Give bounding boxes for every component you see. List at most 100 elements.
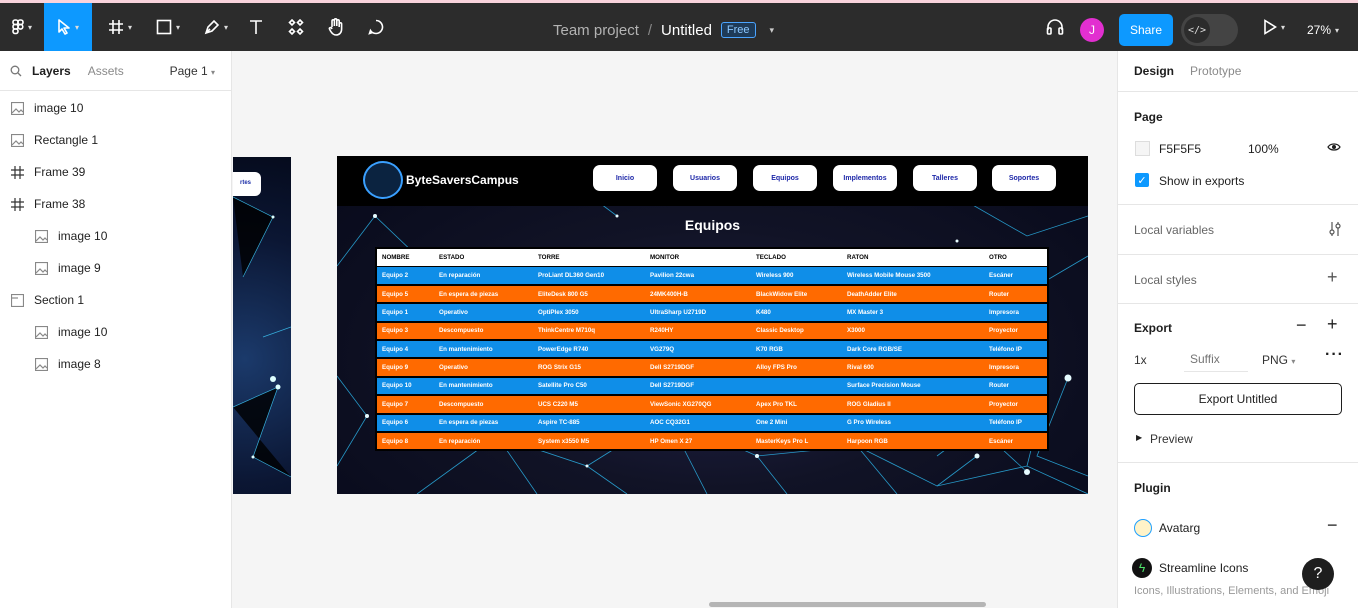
- column-header: MONITOR: [650, 253, 680, 261]
- audio-button[interactable]: [1043, 3, 1067, 51]
- frame-tool-button[interactable]: ▾: [100, 3, 140, 51]
- page-color-value[interactable]: F5F5F5: [1159, 142, 1201, 156]
- pen-tool-button[interactable]: ▾: [196, 3, 236, 51]
- nav-soportes[interactable]: Soportes: [992, 165, 1056, 191]
- tab-prototype[interactable]: Prototype: [1190, 64, 1241, 78]
- layer-label: image 9: [58, 261, 101, 275]
- tab-design[interactable]: Design: [1134, 64, 1174, 78]
- file-name[interactable]: Untitled: [661, 22, 712, 39]
- plugin-name[interactable]: Streamline Icons: [1159, 561, 1248, 575]
- layer-item[interactable]: image 10: [0, 220, 232, 252]
- share-button[interactable]: Share: [1119, 14, 1173, 46]
- nav-talleres[interactable]: Talleres: [913, 165, 977, 191]
- table-cell: G Pro Wireless: [847, 419, 891, 427]
- nav-equipos[interactable]: Equipos: [753, 165, 817, 191]
- tab-layers[interactable]: Layers: [32, 64, 71, 78]
- image-icon: [34, 325, 48, 339]
- chevron-right-icon[interactable]: ▶: [1136, 433, 1142, 442]
- page-selector[interactable]: Page 1 ▾: [170, 64, 215, 78]
- minus-icon[interactable]: −: [1327, 515, 1338, 536]
- variables-icon[interactable]: [1328, 221, 1342, 237]
- resources-button[interactable]: [282, 3, 310, 51]
- horizontal-scrollbar[interactable]: [709, 602, 986, 607]
- table-cell: ROG Gladius II: [847, 400, 891, 408]
- text-tool-button[interactable]: [242, 3, 270, 51]
- eye-icon[interactable]: [1327, 142, 1341, 152]
- page-color-swatch[interactable]: [1135, 141, 1150, 156]
- section-icon: [10, 293, 24, 307]
- table-cell: Router: [989, 290, 1009, 298]
- zoom-control[interactable]: 27% ▾: [1307, 6, 1339, 54]
- dev-mode-toggle[interactable]: </>: [1181, 14, 1238, 46]
- comment-tool-button[interactable]: [362, 3, 390, 51]
- design-panel-tabs: Design Prototype: [1118, 51, 1358, 92]
- plus-icon[interactable]: +: [1327, 267, 1338, 288]
- table-cell: ThinkCentre M710q: [538, 327, 596, 335]
- table-cell: AOC CQ32G1: [650, 419, 690, 427]
- table-cell: Equipo 8: [382, 437, 409, 445]
- toolbar: ▾ ▾ ▾ ▾ ▾ Team project / Untitled Free ▾…: [0, 3, 1358, 51]
- layer-item[interactable]: Frame 38: [0, 188, 232, 220]
- frame-preview-left[interactable]: rtes: [233, 157, 291, 494]
- main-menu-button[interactable]: ▾: [4, 3, 40, 51]
- table-cell: MasterKeys Pro L: [756, 437, 809, 445]
- help-button[interactable]: ?: [1302, 558, 1334, 590]
- layer-item[interactable]: Frame 39: [0, 156, 232, 188]
- plan-badge[interactable]: Free: [720, 22, 756, 38]
- layer-item[interactable]: image 9: [0, 252, 232, 284]
- equipos-table: NOMBRE ESTADO TORRE MONITOR TECLADO RATO…: [375, 247, 1049, 452]
- table-cell: Classic Desktop: [756, 327, 804, 335]
- local-variables-section[interactable]: Local variables: [1118, 205, 1358, 255]
- table-cell: K70 RGB: [756, 345, 783, 353]
- layer-item[interactable]: Rectangle 1: [0, 124, 232, 156]
- table-cell: Dell S2719DGF: [650, 364, 695, 372]
- present-button[interactable]: ▾: [1256, 3, 1292, 51]
- nav-inicio[interactable]: Inicio: [593, 165, 657, 191]
- more-options-icon[interactable]: ···: [1325, 346, 1344, 364]
- nav-implementos[interactable]: Implementos: [833, 165, 897, 191]
- local-styles-section[interactable]: Local styles +: [1118, 255, 1358, 304]
- layer-label: Section 1: [34, 293, 85, 307]
- plugin-name[interactable]: Avatarg: [1159, 521, 1200, 535]
- show-in-exports-checkbox[interactable]: ✓: [1135, 173, 1149, 187]
- table-cell: VG279Q: [650, 345, 675, 353]
- export-format-select[interactable]: PNG ▾: [1262, 353, 1295, 367]
- user-avatar[interactable]: J: [1080, 18, 1104, 42]
- canvas[interactable]: rtes ByteSaversCampus Inicio Usuarios Eq…: [233, 51, 1117, 608]
- export-suffix-input[interactable]: [1184, 346, 1248, 372]
- chevron-down-icon: ▾: [210, 67, 215, 77]
- components-icon: [288, 19, 304, 35]
- chevron-down-icon[interactable]: ▾: [770, 25, 775, 36]
- table-cell: MX Master 3: [847, 308, 884, 316]
- layer-label: Rectangle 1: [34, 133, 99, 147]
- layer-item[interactable]: Section 1: [0, 284, 232, 316]
- layer-item[interactable]: image 8: [0, 348, 232, 380]
- minus-icon[interactable]: −: [1296, 315, 1307, 336]
- local-styles-label: Local styles: [1134, 273, 1197, 287]
- rectangle-icon: [156, 19, 172, 35]
- export-scale[interactable]: 1x: [1134, 353, 1147, 367]
- code-icon: </>: [1184, 17, 1210, 43]
- project-name[interactable]: Team project: [553, 22, 639, 39]
- export-button[interactable]: Export Untitled: [1134, 383, 1342, 415]
- table-row: Equipo 9 Operativo ROG Strix G15 Dell S2719…: [377, 359, 1047, 376]
- table-cell: OptiPlex 3050: [538, 308, 579, 316]
- page-section-title: Page: [1134, 110, 1163, 124]
- layer-item[interactable]: image 10: [0, 92, 232, 124]
- chevron-down-icon: ▾: [27, 22, 32, 32]
- move-tool-button[interactable]: ▾: [44, 3, 92, 51]
- nav-usuarios[interactable]: Usuarios: [673, 165, 737, 191]
- frame-equipos[interactable]: ByteSaversCampus Inicio Usuarios Equipos…: [337, 156, 1088, 494]
- preview-toggle[interactable]: Preview: [1150, 432, 1193, 446]
- search-icon[interactable]: [10, 65, 22, 77]
- shape-tool-button[interactable]: ▾: [148, 3, 188, 51]
- plus-icon[interactable]: +: [1327, 314, 1338, 335]
- hand-tool-button[interactable]: [322, 3, 350, 51]
- layer-label: image 10: [58, 325, 108, 339]
- table-cell: PowerEdge R740: [538, 345, 589, 353]
- layer-item[interactable]: image 10: [0, 316, 232, 348]
- export-section: Export − + 1x PNG ▾ ··· Export Untitled …: [1118, 304, 1358, 463]
- tab-assets[interactable]: Assets: [88, 64, 124, 78]
- table-cell: Operativo: [439, 308, 468, 316]
- page-opacity-value[interactable]: 100%: [1248, 142, 1279, 156]
